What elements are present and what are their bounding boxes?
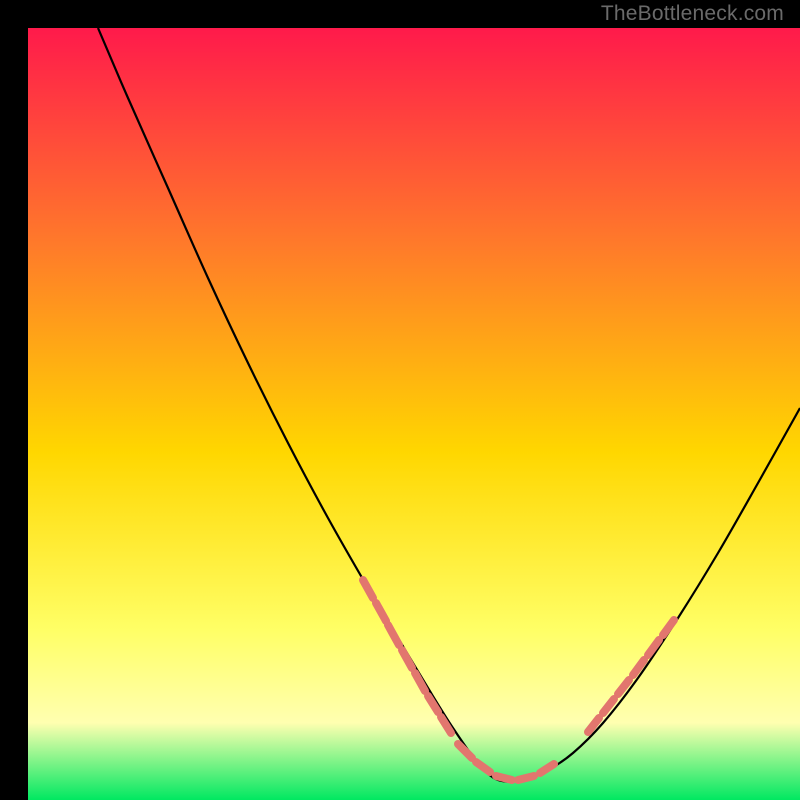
gradient-background (28, 28, 800, 800)
watermark-text: TheBottleneck.com (601, 2, 784, 26)
dash-segment (518, 776, 534, 780)
dash-segment (496, 776, 512, 780)
plot-frame (14, 14, 786, 786)
bottleneck-chart (28, 28, 800, 800)
